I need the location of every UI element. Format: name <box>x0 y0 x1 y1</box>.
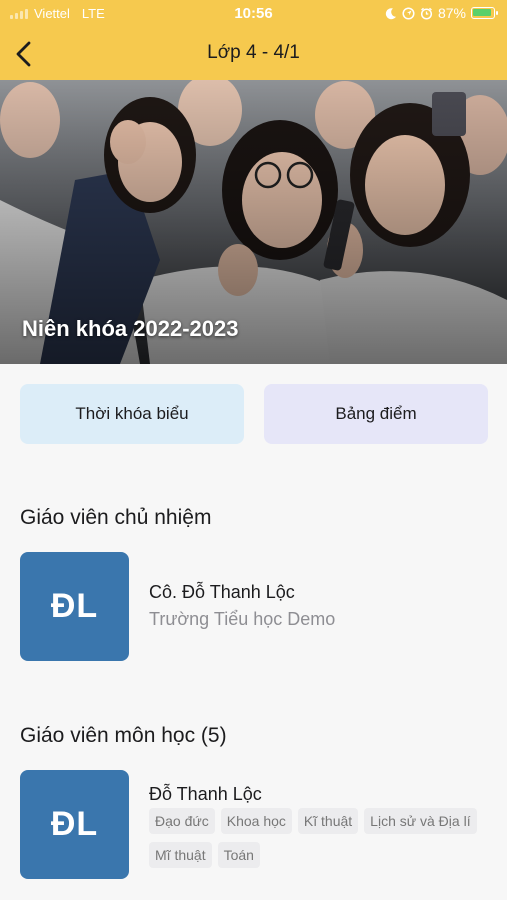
avatar: ĐL <box>20 552 129 661</box>
homeroom-section-title: Giáo viên chủ nhiệm <box>20 506 212 529</box>
alarm-icon <box>420 7 433 20</box>
status-bar: Viettel LTE 10:56 87% <box>0 0 507 28</box>
school-name: Trường Tiểu học Demo <box>149 609 336 629</box>
subject-tag: Đạo đức <box>149 808 215 834</box>
page-title: Lớp 4 - 4/1 <box>207 42 300 63</box>
subject-tag: Lịch sử và Địa lí <box>364 808 477 834</box>
avatar: ĐL <box>20 770 129 879</box>
school-year-caption: Niên khóa 2022-2023 <box>22 316 239 341</box>
status-right: 87% <box>384 5 498 21</box>
location-icon <box>402 6 415 20</box>
battery-icon <box>471 7 498 19</box>
teacher-name: Cô. Đỗ Thanh Lộc <box>149 582 295 602</box>
subject-tag: Khoa học <box>220 808 292 834</box>
class-banner: Niên khóa 2022-2023 <box>0 80 507 364</box>
nav-bar: Lớp 4 - 4/1 <box>0 28 507 80</box>
subject-tag: Toán <box>217 842 260 868</box>
timetable-button[interactable]: Thời khóa biểu <box>20 384 244 444</box>
subject-teachers-section-title: Giáo viên môn học (5) <box>20 724 227 747</box>
subject-tag-list: Đạo đức Khoa học Kĩ thuật Lịch sử và Địa… <box>149 808 489 868</box>
subject-tag: Mĩ thuật <box>149 842 212 868</box>
teacher-name: Đỗ Thanh Lộc <box>149 784 262 804</box>
grades-button[interactable]: Bảng điểm <box>264 384 488 444</box>
subject-tag: Kĩ thuật <box>297 808 359 834</box>
battery-percent: 87% <box>437 5 466 21</box>
moon-icon <box>385 7 396 19</box>
